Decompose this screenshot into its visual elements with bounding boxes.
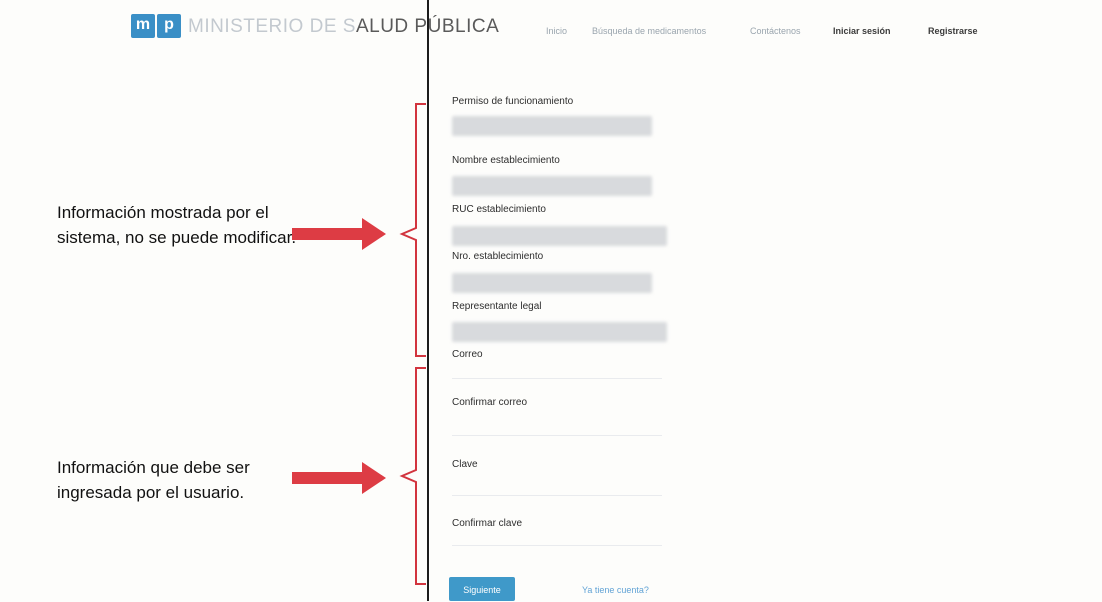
nombre-field [452,176,652,196]
nav-busqueda-medicamentos[interactable]: Búsqueda de medicamentos [592,26,706,36]
permiso-label: Permiso de funcionamiento [452,96,574,107]
correo-label: Correo [452,349,483,360]
user-input-brace [399,367,426,585]
confirmar-correo-input[interactable] [452,435,662,436]
logo-m: m [131,14,155,38]
confirmar-clave-input[interactable] [452,545,662,546]
nav-contactenos[interactable]: Contáctenos [750,26,801,36]
arrow-2-head [362,462,386,494]
representante-label: Representante legal [452,301,542,312]
nombre-label: Nombre establecimiento [452,155,560,166]
logo-p: p [157,14,181,38]
nro-label: Nro. establecimiento [452,251,544,262]
user-input-annotation: Información que debe ser ingresada por e… [57,458,250,502]
siguiente-button[interactable]: Siguiente [449,577,515,601]
confirmar-clave-label: Confirmar clave [452,518,523,529]
correo-input[interactable] [452,378,662,379]
readonly-brace [399,103,426,357]
clave-input[interactable] [452,495,662,496]
representante-field [452,322,667,342]
nav-iniciar-sesion[interactable]: Iniciar sesión [833,26,891,36]
page: m p MINISTERIO DE SALUD PÚBLICA Inicio B… [0,0,1102,601]
nav-inicio[interactable]: Inicio [546,26,567,36]
arrow-2-shaft [292,472,364,484]
arrow-1-shaft [292,228,364,240]
permiso-field [452,116,652,136]
brand-title-part1: MINISTERIO DE S [188,16,356,37]
ruc-field [452,226,667,246]
brand-title: MINISTERIO DE SALUD PÚBLICA [188,16,499,38]
readonly-annotation: Información mostrada por el sistema, no … [57,203,297,247]
clave-label: Clave [452,459,478,470]
nro-field [452,273,652,293]
arrow-1-head [362,218,386,250]
nav-registrarse[interactable]: Registrarse [928,26,978,36]
confirmar-correo-label: Confirmar correo [452,397,528,408]
ya-tiene-cuenta-link[interactable]: Ya tiene cuenta? [582,585,649,595]
header: m p MINISTERIO DE SALUD PÚBLICA Inicio B… [0,0,1102,62]
ruc-label: RUC establecimiento [452,204,546,215]
